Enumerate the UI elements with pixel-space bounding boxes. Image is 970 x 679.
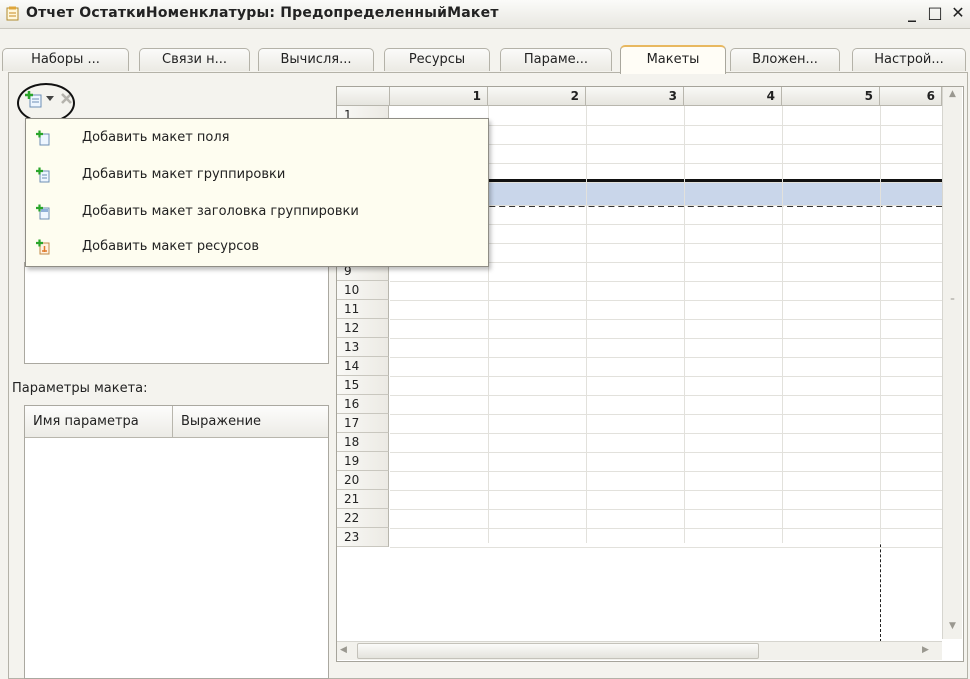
add-group-header-layout-icon bbox=[36, 204, 50, 220]
row-header[interactable]: 17 bbox=[337, 414, 389, 433]
highlight-circle bbox=[17, 83, 75, 123]
grid-column-line bbox=[586, 106, 587, 543]
menu-item-add-field-layout[interactable]: Добавить макет поля bbox=[26, 123, 488, 153]
grid-row-line bbox=[390, 471, 942, 472]
column-header[interactable]: 5 bbox=[782, 87, 880, 106]
row-header[interactable]: 13 bbox=[337, 338, 389, 357]
report-icon bbox=[6, 6, 19, 21]
column-header[interactable]: 3 bbox=[586, 87, 684, 106]
menu-item-label: Добавить макет поля bbox=[82, 130, 230, 145]
param-name-header[interactable]: Имя параметра bbox=[25, 406, 173, 438]
row-header[interactable]: 20 bbox=[337, 471, 389, 490]
row-header[interactable]: 14 bbox=[337, 357, 389, 376]
menu-item-label: Добавить макет группировки bbox=[82, 167, 286, 182]
grid-row-line bbox=[390, 547, 942, 548]
tab-calculated[interactable]: Вычисля... bbox=[258, 48, 374, 71]
grid-row-line bbox=[390, 490, 942, 491]
grid-row-line bbox=[390, 281, 942, 282]
grid-column-line bbox=[880, 106, 881, 543]
tab-parameters[interactable]: Параме... bbox=[500, 48, 612, 71]
window-title: Отчет ОстаткиНоменклатуры: Предопределен… bbox=[26, 5, 499, 21]
tab-settings[interactable]: Настрой... bbox=[852, 48, 966, 71]
tab-layouts[interactable]: Макеты bbox=[620, 45, 726, 74]
grid-column-line bbox=[684, 106, 685, 543]
scroll-right-arrow[interactable]: ▶ bbox=[922, 645, 929, 655]
grid-row-line bbox=[390, 357, 942, 358]
menu-item-add-resources-layout[interactable]: Добавить макет ресурсов bbox=[26, 232, 488, 262]
add-layout-menu: Добавить макет поля Добавить макет групп… bbox=[25, 118, 489, 267]
minimize-button[interactable]: _ bbox=[902, 3, 922, 23]
horizontal-scrollbar[interactable]: ◀ ▶ bbox=[337, 641, 942, 660]
tab-datasets[interactable]: Наборы ... bbox=[2, 48, 129, 71]
grid-row-line bbox=[390, 433, 942, 434]
row-header[interactable]: 19 bbox=[337, 452, 389, 471]
maximize-button[interactable]: □ bbox=[925, 3, 945, 23]
grid-row-line bbox=[390, 509, 942, 510]
close-button[interactable]: ✕ bbox=[948, 3, 968, 23]
menu-item-label: Добавить макет ресурсов bbox=[82, 239, 260, 254]
tab-resources[interactable]: Ресурсы bbox=[384, 48, 490, 71]
grid-row-line bbox=[390, 414, 942, 415]
scroll-thumb[interactable] bbox=[357, 643, 759, 659]
tab-links[interactable]: Связи н... bbox=[139, 48, 250, 71]
row-header[interactable]: 11 bbox=[337, 300, 389, 319]
row-header[interactable]: 12 bbox=[337, 319, 389, 338]
column-header[interactable]: 6 bbox=[880, 87, 942, 106]
column-header[interactable]: 1 bbox=[390, 87, 488, 106]
grid-row-line bbox=[390, 319, 942, 320]
scroll-grip[interactable]: ⁼ bbox=[943, 297, 962, 307]
scroll-left-arrow[interactable]: ◀ bbox=[340, 645, 347, 655]
row-header[interactable]: 22 bbox=[337, 509, 389, 528]
column-header[interactable]: 2 bbox=[488, 87, 586, 106]
grid-column-line bbox=[782, 106, 783, 543]
grid-row-line bbox=[390, 395, 942, 396]
title-bar: Отчет ОстаткиНоменклатуры: Предопределен… bbox=[0, 0, 970, 29]
row-header[interactable]: 16 bbox=[337, 395, 389, 414]
column-header[interactable]: 4 bbox=[684, 87, 782, 106]
scroll-up-arrow[interactable]: ▲ bbox=[943, 89, 962, 99]
grid-row-line bbox=[390, 528, 942, 529]
layout-params-table[interactable]: Имя параметра Выражение bbox=[24, 405, 329, 679]
grid-row-line bbox=[390, 452, 942, 453]
menu-item-add-group-header-layout[interactable]: Добавить макет заголовка группировки bbox=[26, 197, 488, 227]
add-field-layout-icon bbox=[36, 130, 50, 146]
layouts-list[interactable] bbox=[24, 262, 329, 364]
tab-nested[interactable]: Вложен... bbox=[730, 48, 840, 71]
row-header[interactable]: 21 bbox=[337, 490, 389, 509]
add-group-layout-icon bbox=[36, 167, 50, 183]
grid-row-line bbox=[390, 338, 942, 339]
layout-params-label: Параметры макета: bbox=[12, 381, 148, 396]
scroll-down-arrow[interactable]: ▼ bbox=[943, 621, 962, 631]
menu-item-add-group-layout[interactable]: Добавить макет группировки bbox=[26, 160, 488, 190]
add-resources-layout-icon bbox=[36, 239, 50, 255]
row-header[interactable]: 23 bbox=[337, 528, 389, 547]
grid-row-line bbox=[390, 376, 942, 377]
grid-row-line bbox=[390, 300, 942, 301]
param-expression-header[interactable]: Выражение bbox=[173, 406, 328, 438]
corner-cell bbox=[337, 87, 390, 106]
row-header[interactable]: 15 bbox=[337, 376, 389, 395]
vertical-scrollbar[interactable]: ▲ ⁼ ▼ bbox=[942, 87, 962, 639]
row-header[interactable]: 10 bbox=[337, 281, 389, 300]
row-header[interactable]: 18 bbox=[337, 433, 389, 452]
menu-item-label: Добавить макет заголовка группировки bbox=[82, 204, 359, 219]
